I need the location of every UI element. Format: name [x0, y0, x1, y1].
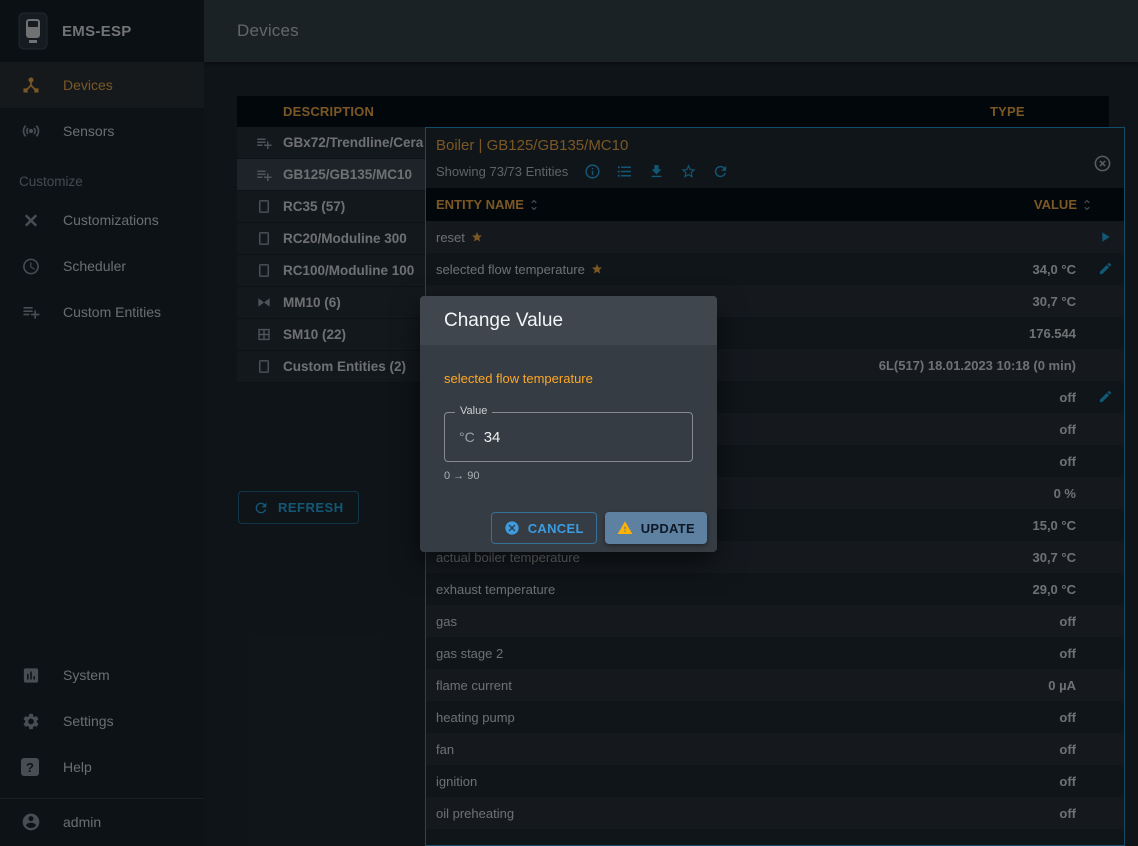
dialog-actions: CANCEL UPDATE — [420, 482, 717, 552]
value-input[interactable] — [484, 429, 678, 446]
dialog-entity-label: selected flow temperature — [444, 371, 693, 386]
update-button[interactable]: UPDATE — [605, 512, 707, 544]
change-value-dialog: Change Value selected flow temperature V… — [420, 296, 717, 552]
update-button-label: UPDATE — [641, 521, 695, 536]
unit-label: °C — [459, 429, 475, 445]
cancel-circle-icon — [504, 520, 520, 536]
value-range-helper: 0 → 90 — [444, 470, 693, 482]
cancel-button-label: CANCEL — [528, 521, 584, 536]
dialog-title: Change Value — [420, 296, 717, 345]
cancel-button[interactable]: CANCEL — [491, 512, 597, 544]
value-field[interactable]: Value °C — [444, 412, 693, 462]
value-field-label: Value — [455, 405, 492, 417]
warning-triangle-icon — [617, 520, 633, 536]
